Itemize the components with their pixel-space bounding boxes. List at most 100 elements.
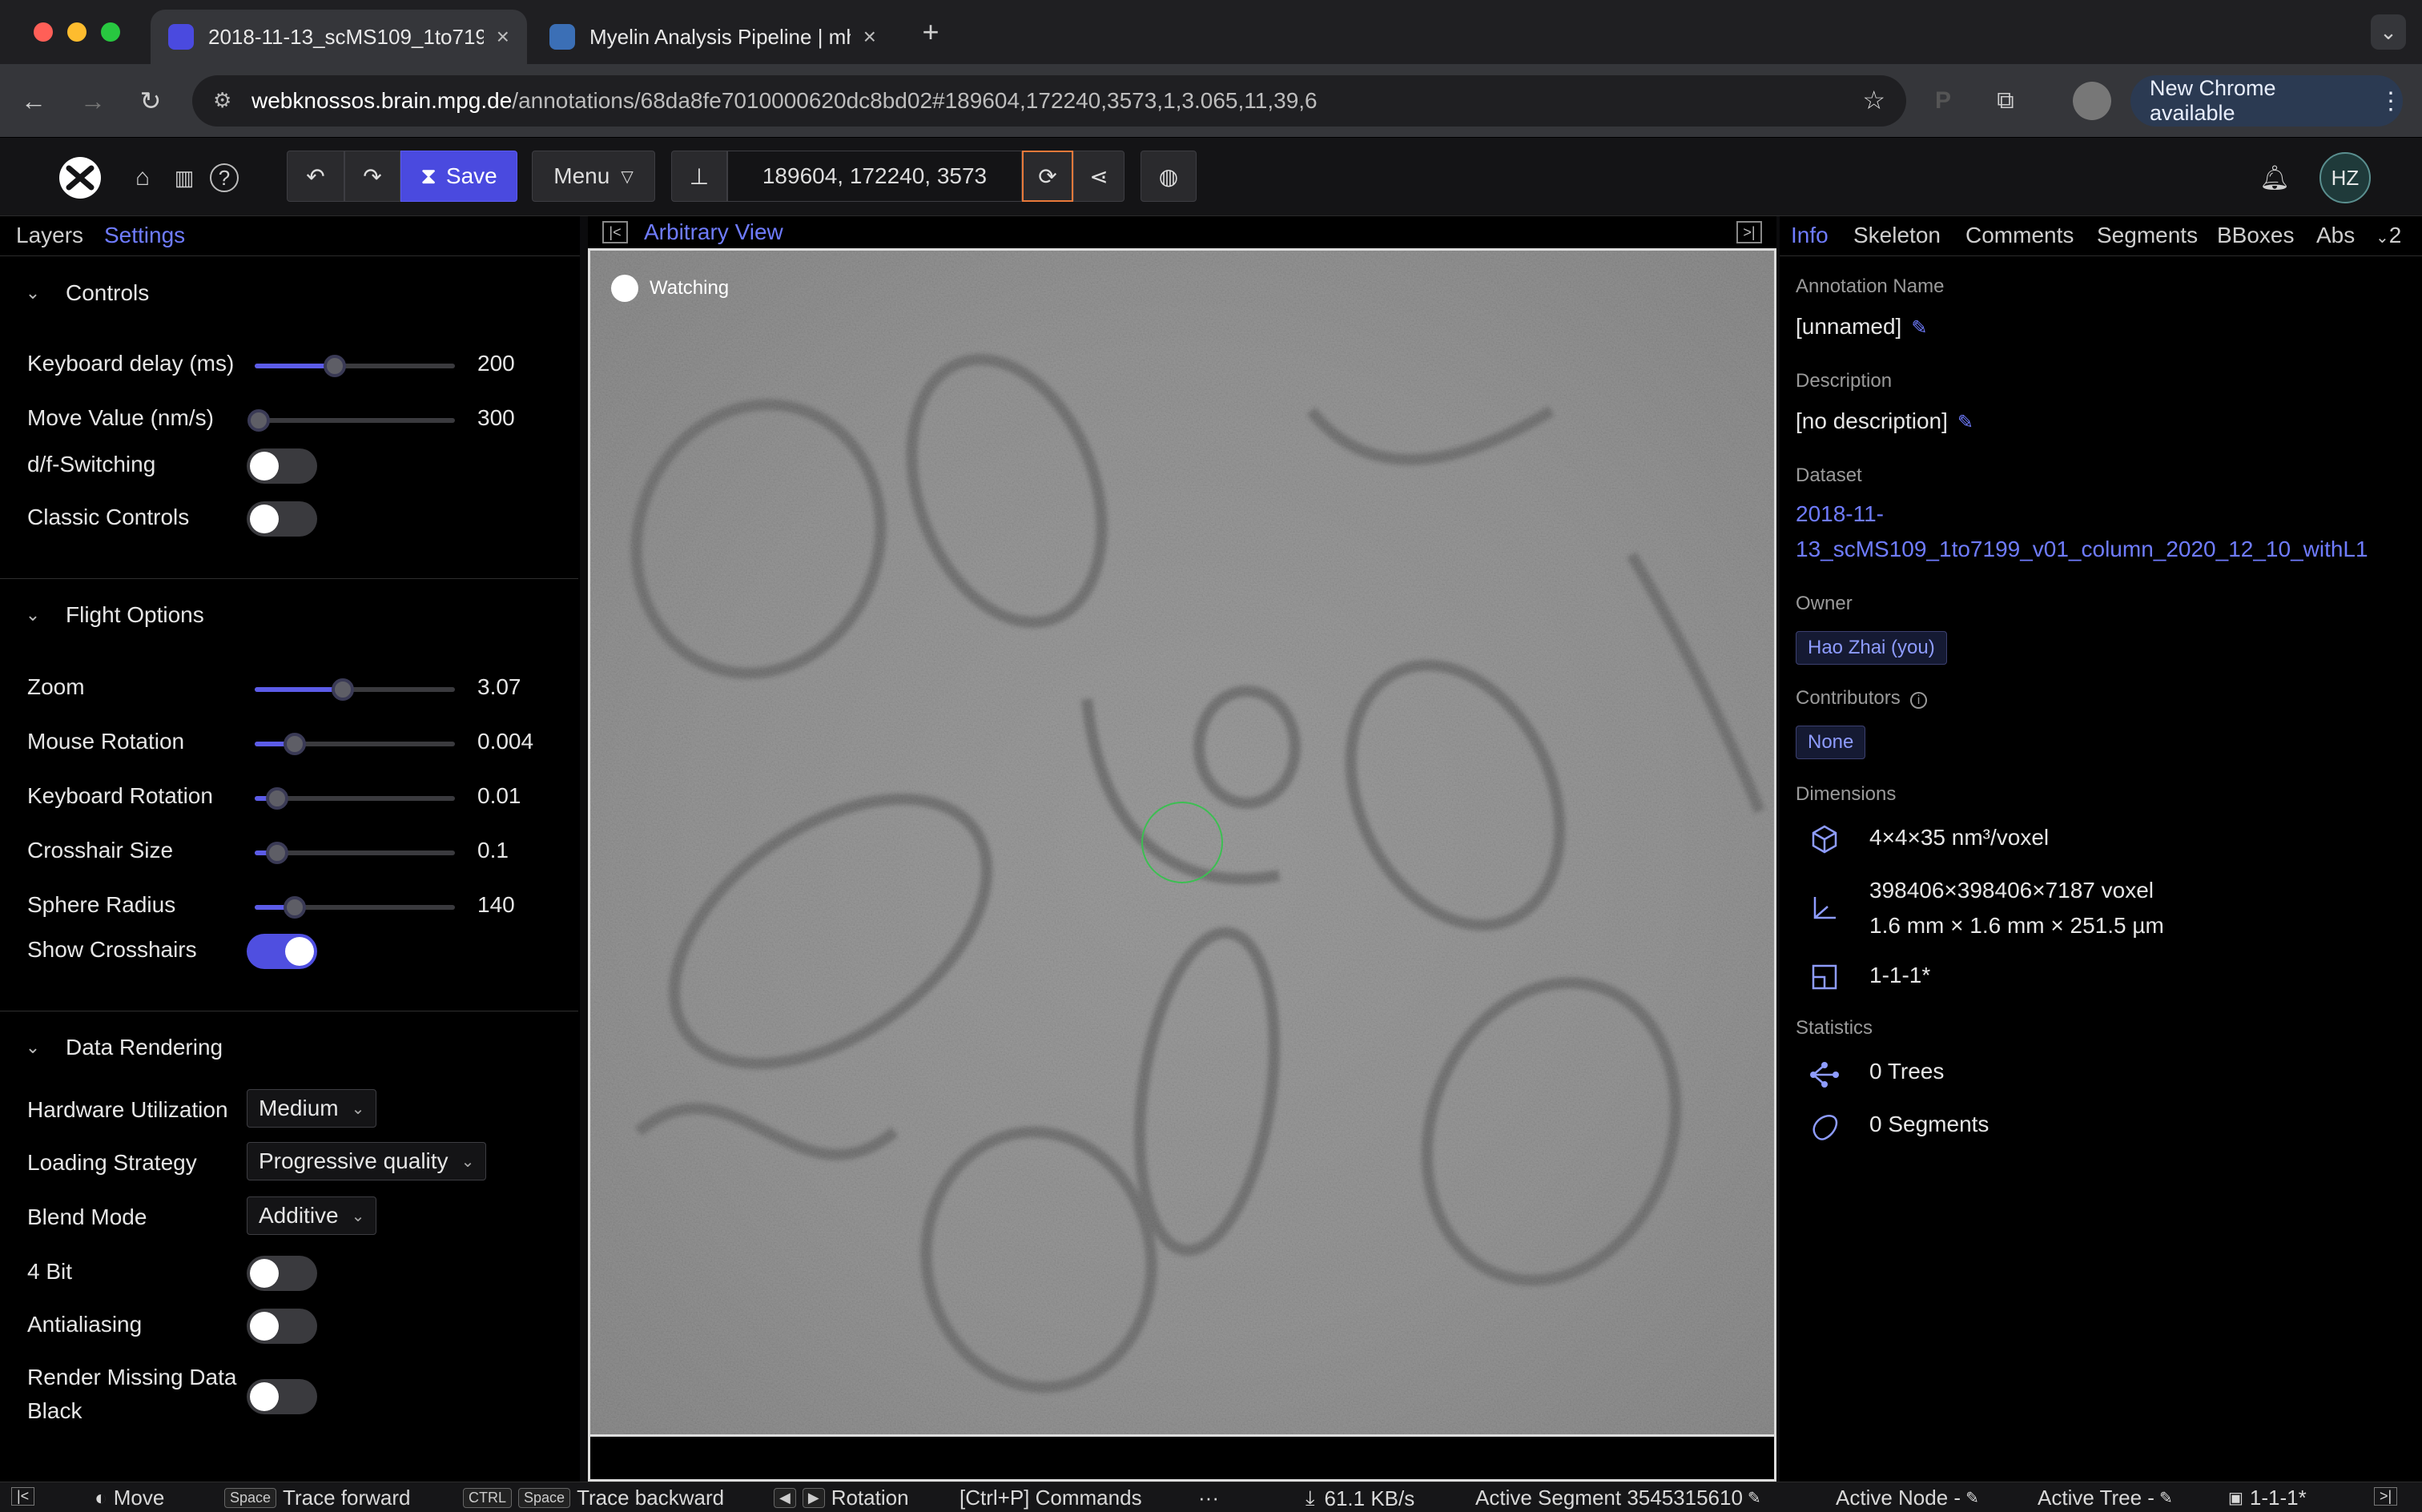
- tab-settings[interactable]: Settings: [104, 223, 185, 248]
- zoom-slider[interactable]: [255, 678, 455, 701]
- move-value-slider[interactable]: [247, 409, 455, 432]
- slider-handle[interactable]: [332, 678, 354, 701]
- browser-tab-myelin[interactable]: Myelin Analysis Pipeline | mhl ×: [532, 10, 894, 64]
- profile-avatar[interactable]: [2073, 82, 2111, 120]
- extensions-puzzle-icon[interactable]: ⧉: [1988, 83, 2023, 119]
- chrome-update-button[interactable]: New Chrome available ⋮: [2130, 75, 2403, 127]
- toggle-knob: [250, 1382, 279, 1411]
- loading-strategy-select[interactable]: Progressive quality ⌄: [247, 1142, 487, 1180]
- edit-pencil-icon[interactable]: ✎: [1911, 317, 1927, 339]
- data-rendering-section-header[interactable]: ⌄ Data Rendering: [0, 1031, 577, 1064]
- four-bit-toggle[interactable]: [247, 1256, 317, 1291]
- keyboard-delay-slider[interactable]: [255, 355, 455, 377]
- active-segment[interactable]: Active Segment 3545315610 ✎: [1475, 1486, 1761, 1510]
- more-tabs-button[interactable]: ⌄2: [2376, 223, 2401, 248]
- user-avatar[interactable]: HZ: [2319, 152, 2371, 203]
- blend-mode-select[interactable]: Additive ⌄: [247, 1196, 377, 1235]
- undo-button[interactable]: ↶: [287, 151, 344, 202]
- dataset-link-line2[interactable]: 13_scMS109_1to7199_v01_column_2020_12_10…: [1796, 537, 2368, 562]
- redo-button[interactable]: ↷: [344, 151, 400, 202]
- collapse-left-status-icon[interactable]: |<: [11, 1487, 35, 1506]
- tab-segments[interactable]: Segments: [2097, 223, 2198, 248]
- close-tab-icon[interactable]: ×: [863, 24, 876, 50]
- position-input[interactable]: 189604, 172240, 3573: [727, 151, 1022, 202]
- slider-handle[interactable]: [324, 355, 346, 377]
- site-settings-icon[interactable]: ⚙: [213, 88, 231, 113]
- collapse-left-icon[interactable]: |<: [602, 221, 628, 243]
- render-missing-toggle[interactable]: [247, 1379, 317, 1414]
- close-window-button[interactable]: [34, 22, 53, 42]
- tab-abs[interactable]: Abs: [2316, 223, 2355, 248]
- hardware-utilization-select[interactable]: Medium ⌄: [247, 1089, 377, 1128]
- collapse-right-status-icon[interactable]: >|: [2374, 1487, 2398, 1506]
- more-hints-button[interactable]: ···: [1198, 1486, 1219, 1510]
- crosshair-size-slider[interactable]: [255, 842, 455, 864]
- webknossos-logo[interactable]: [59, 157, 101, 199]
- save-button[interactable]: ⧗ Save: [400, 151, 517, 202]
- collapse-right-icon[interactable]: >|: [1736, 221, 1762, 243]
- arbitrary-view-canvas[interactable]: Watching: [588, 248, 1776, 1437]
- extension-p-icon[interactable]: P: [1925, 83, 1961, 119]
- tab-skeleton[interactable]: Skeleton: [1853, 223, 1941, 248]
- url-path: /annotations/68da8fe7010000620dc8bd02#18…: [512, 88, 1318, 113]
- annotation-name-value[interactable]: [unnamed] ✎: [1796, 314, 1927, 340]
- edit-pencil-icon[interactable]: ✎: [1748, 1488, 1761, 1508]
- forward-icon[interactable]: →: [75, 83, 111, 119]
- mouse-rotation-slider[interactable]: [255, 733, 455, 755]
- viewport-title: Arbitrary View: [644, 219, 783, 244]
- home-icon[interactable]: ⌂: [128, 163, 157, 192]
- dataset-link-line1[interactable]: 2018-11-: [1796, 501, 1884, 527]
- status-bar: |< ◐ Move Space Trace forward CTRL Space Tra…: [0, 1482, 2422, 1512]
- edit-pencil-icon[interactable]: ✎: [2159, 1488, 2173, 1508]
- slider-handle[interactable]: [284, 896, 306, 919]
- flight-options-section-header[interactable]: ⌄ Flight Options: [0, 599, 577, 631]
- slider-handle[interactable]: [265, 787, 288, 810]
- slider-handle[interactable]: [247, 409, 270, 432]
- edit-pencil-icon[interactable]: ✎: [1965, 1488, 1979, 1508]
- description-value[interactable]: [no description] ✎: [1796, 408, 1973, 434]
- tab-bboxes[interactable]: BBoxes: [2217, 223, 2295, 248]
- show-crosshairs-toggle[interactable]: [247, 934, 317, 969]
- close-tab-icon[interactable]: ×: [497, 24, 509, 50]
- tab-search-icon[interactable]: ⌄: [2371, 14, 2406, 50]
- back-icon[interactable]: ←: [16, 83, 51, 119]
- statistics-icon[interactable]: ▥: [170, 163, 199, 192]
- sphere-radius-slider[interactable]: [255, 896, 455, 919]
- chevron-down-icon: ⌄: [351, 1207, 365, 1225]
- pin-icon: ⊥: [689, 163, 710, 189]
- info-icon[interactable]: i: [1909, 692, 1928, 709]
- view-mode-button[interactable]: ◍: [1141, 151, 1197, 202]
- slider-handle[interactable]: [284, 733, 306, 755]
- watching-indicator[interactable]: Watching: [611, 275, 729, 302]
- controls-section-header[interactable]: ⌄ Controls: [0, 277, 577, 309]
- url-input[interactable]: ⚙ webknossos.brain.mpg.de/annotations/68…: [192, 75, 1906, 127]
- minimize-window-button[interactable]: [67, 22, 86, 42]
- active-node[interactable]: Active Node - ✎: [1836, 1486, 1979, 1510]
- classic-controls-toggle[interactable]: [247, 501, 317, 537]
- sync-position-button[interactable]: ⟳: [1022, 151, 1073, 202]
- share-button[interactable]: ⋖: [1073, 151, 1124, 202]
- help-icon[interactable]: ?: [210, 163, 239, 192]
- new-tab-icon[interactable]: +: [913, 14, 948, 50]
- edit-pencil-icon[interactable]: ✎: [1957, 412, 1973, 433]
- active-tree[interactable]: Active Tree - ✎: [2038, 1486, 2173, 1510]
- notification-bell-icon[interactable]: 🔔︎: [2257, 160, 2292, 195]
- antialiasing-toggle[interactable]: [247, 1309, 317, 1344]
- pin-button[interactable]: ⊥: [671, 151, 727, 202]
- slider-handle[interactable]: [265, 842, 288, 864]
- keyboard-rotation-slider[interactable]: [255, 787, 455, 810]
- tree-icon: [1810, 1062, 1839, 1088]
- render-missing-label-2: Black: [27, 1398, 82, 1423]
- zoom-window-button[interactable]: [101, 22, 120, 42]
- menu-button[interactable]: Menu ▽: [532, 151, 655, 202]
- show-crosshairs-label: Show Crosshairs: [27, 937, 197, 962]
- df-switching-toggle[interactable]: [247, 448, 317, 484]
- reload-icon[interactable]: ↻: [133, 83, 168, 119]
- tab-comments[interactable]: Comments: [1965, 223, 2074, 248]
- tab-layers[interactable]: Layers: [16, 223, 83, 248]
- browser-tab-webknossos[interactable]: 2018-11-13_scMS109_1to7199 ×: [151, 10, 527, 64]
- tab-info[interactable]: Info: [1791, 223, 1829, 248]
- blend-mode-label: Blend Mode: [27, 1204, 147, 1229]
- webknossos-favicon: [168, 24, 194, 50]
- bookmark-star-icon[interactable]: ☆: [1862, 85, 1885, 115]
